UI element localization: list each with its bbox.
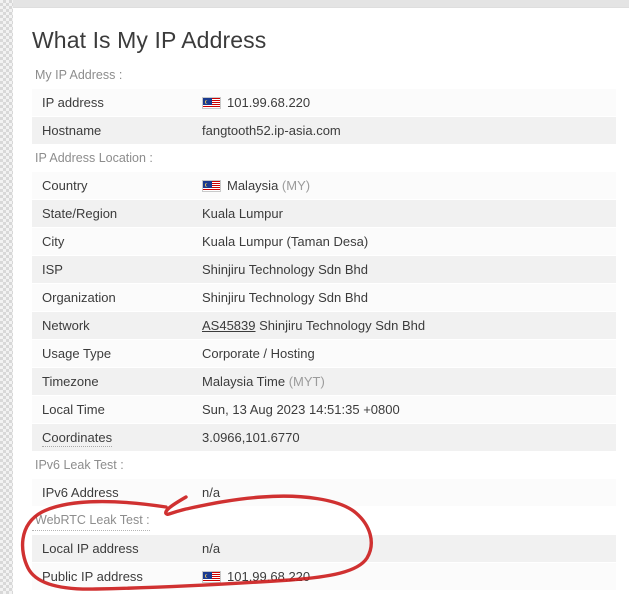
row-key: Local Time xyxy=(32,395,192,424)
row-key: IPv6 Address xyxy=(32,479,192,507)
row-value-text: 101.99.68.220 xyxy=(227,569,311,584)
row-key: Usage Type xyxy=(32,339,192,368)
malaysia-flag-icon xyxy=(202,571,221,583)
table-row: IP address 101.99.68.220 xyxy=(32,89,616,117)
section-label: My IP Address : xyxy=(32,62,629,89)
row-value-text: Kuala Lumpur (Taman Desa) xyxy=(202,234,369,249)
row-value-text: Corporate / Hosting xyxy=(202,346,315,361)
row-value-text: Shinjiru Technology Sdn Bhd xyxy=(202,290,368,305)
ip-info-table: IPv6 Address n/a xyxy=(32,479,616,507)
row-key: IP address xyxy=(32,89,192,117)
page-title: What Is My IP Address xyxy=(32,27,267,53)
row-value: Malaysia Time (MYT) xyxy=(192,367,616,396)
row-value-text: 3.0966,101.6770 xyxy=(202,430,300,445)
row-value: Shinjiru Technology Sdn Bhd xyxy=(192,255,616,284)
table-row: IPv6 Address n/a xyxy=(32,479,616,507)
row-value-text: 101.99.68.220 xyxy=(227,95,311,110)
row-key: Hostname xyxy=(32,116,192,145)
row-value-text: Shinjiru Technology Sdn Bhd xyxy=(202,262,368,277)
page-content: What Is My IP Address My IP Address : IP … xyxy=(13,8,629,594)
row-key: Network xyxy=(32,311,192,340)
row-value: n/a xyxy=(192,479,616,507)
row-value-text: Sun, 13 Aug 2023 14:51:35 +0800 xyxy=(202,402,400,417)
browser-top-band xyxy=(0,0,629,8)
table-row: Country Malaysia (MY) xyxy=(32,172,616,200)
page-root: What Is My IP Address My IP Address : IP … xyxy=(0,0,629,594)
row-value-text: fangtooth52.ip-asia.com xyxy=(202,123,341,138)
row-value: Malaysia (MY) xyxy=(192,172,616,200)
table-row: Organization Shinjiru Technology Sdn Bhd xyxy=(32,283,616,312)
row-value: 101.99.68.220 xyxy=(192,89,616,117)
row-key: City xyxy=(32,227,192,256)
malaysia-flag-icon xyxy=(202,180,221,192)
row-value-text: Malaysia Time xyxy=(202,374,286,389)
left-checkered-rail xyxy=(0,0,13,594)
row-key: Country xyxy=(32,172,192,200)
row-value-text: Shinjiru Technology Sdn Bhd xyxy=(259,318,426,333)
row-key[interactable]: Coordinates xyxy=(32,423,192,452)
asn-link[interactable]: AS45839 xyxy=(202,318,256,333)
table-row: Public IP address 101.99.68.220 xyxy=(32,562,616,591)
row-value-text: n/a xyxy=(202,485,221,500)
table-row: Usage Type Corporate / Hosting xyxy=(32,339,616,368)
table-row: State/Region Kuala Lumpur xyxy=(32,199,616,228)
section-label: IP Address Location : xyxy=(32,145,629,172)
row-key: State/Region xyxy=(32,199,192,228)
row-key: Local IP address xyxy=(32,535,192,563)
table-row: City Kuala Lumpur (Taman Desa) xyxy=(32,227,616,256)
row-key: Timezone xyxy=(32,367,192,396)
row-value: Sun, 13 Aug 2023 14:51:35 +0800 xyxy=(192,395,616,424)
row-value: Kuala Lumpur xyxy=(192,199,616,228)
ip-info-sections: My IP Address : IP address 101.99.68.220 Ho… xyxy=(32,62,629,594)
row-value: 3.0966,101.6770 xyxy=(192,423,616,452)
row-value: Kuala Lumpur (Taman Desa) xyxy=(192,227,616,256)
malaysia-flag-icon xyxy=(202,97,221,109)
ip-info-table: Country Malaysia (MY) State/Region Kuala Lu… xyxy=(32,172,616,452)
row-key: Organization xyxy=(32,283,192,312)
section-label[interactable]: WebRTC Leak Test : xyxy=(32,507,150,531)
row-key: Public IP address xyxy=(32,562,192,591)
row-value: 101.99.68.220 xyxy=(192,562,616,591)
row-value: n/a xyxy=(192,535,616,563)
row-value: AS45839 Shinjiru Technology Sdn Bhd xyxy=(192,311,616,340)
table-row: Local IP address n/a xyxy=(32,535,616,563)
table-row: ISP Shinjiru Technology Sdn Bhd xyxy=(32,255,616,284)
table-row: Network AS45839 Shinjiru Technology Sdn B… xyxy=(32,311,616,340)
ip-info-table: Local IP address n/a Public IP address 101.… xyxy=(32,535,616,591)
table-row: Local Time Sun, 13 Aug 2023 14:51:35 +080… xyxy=(32,395,616,424)
section-label: IPv6 Leak Test : xyxy=(32,452,629,479)
ip-info-table: IP address 101.99.68.220 Hostname fangtooth… xyxy=(32,89,616,145)
row-key: ISP xyxy=(32,255,192,284)
row-value-text: Kuala Lumpur xyxy=(202,206,283,221)
row-value-text: Malaysia xyxy=(227,178,279,193)
row-value: Shinjiru Technology Sdn Bhd xyxy=(192,283,616,312)
row-value: Corporate / Hosting xyxy=(192,339,616,368)
table-row: Coordinates 3.0966,101.6770 xyxy=(32,423,616,452)
row-value-text: n/a xyxy=(202,541,221,556)
table-row: Hostname fangtooth52.ip-asia.com xyxy=(32,116,616,145)
row-value-suffix: (MYT) xyxy=(285,374,325,389)
row-value: fangtooth52.ip-asia.com xyxy=(192,116,616,145)
row-key-label: Coordinates xyxy=(42,430,113,447)
table-row: Timezone Malaysia Time (MYT) xyxy=(32,367,616,396)
row-value-suffix: (MY) xyxy=(278,178,311,193)
